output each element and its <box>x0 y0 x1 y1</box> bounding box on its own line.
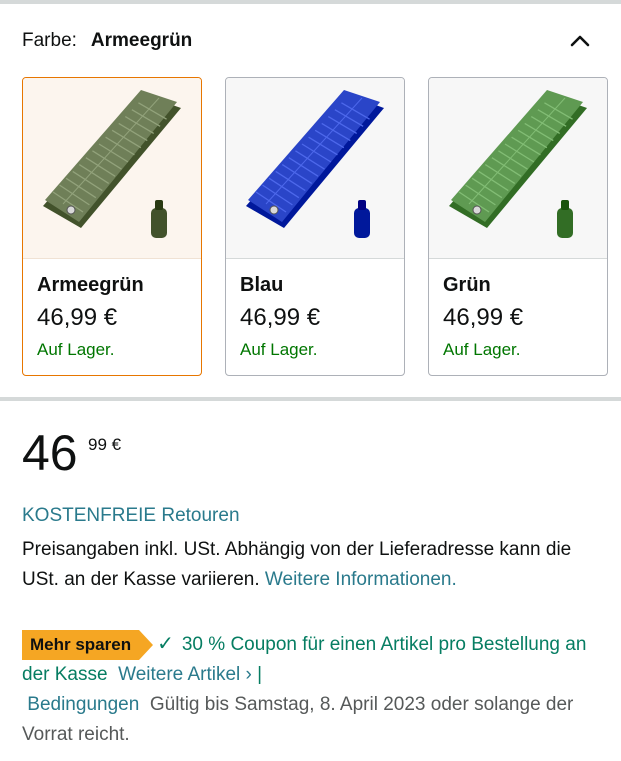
more-info-link[interactable]: Weitere Informationen. <box>265 569 457 590</box>
more-items-link[interactable]: Weitere Artikel › <box>118 664 252 685</box>
tax-note: Preisangaben inkl. USt. Abhängig von der… <box>22 535 602 595</box>
swatch-name: Blau <box>240 274 284 296</box>
swatch-name: Grün <box>443 274 491 296</box>
swatch-price: 46,99 € <box>37 304 118 331</box>
color-label: Farbe: <box>22 30 77 51</box>
swatch-price: 46,99 € <box>443 304 524 331</box>
section-divider <box>0 397 621 401</box>
swatch-armeegruen[interactable]: Armeegrün 46,99 € Auf Lager. <box>22 77 202 376</box>
terms-link[interactable]: Bedingungen <box>27 694 139 715</box>
swatch-stock-status: Auf Lager. <box>37 340 115 359</box>
price-fraction: 99 <box>88 435 107 454</box>
product-image <box>429 78 607 259</box>
swatch-blau[interactable]: Blau 46,99 € Auf Lager. <box>225 77 405 376</box>
checkmark-icon[interactable]: ✓ <box>157 633 174 655</box>
free-returns-link[interactable]: KOSTENFREIE Retouren <box>22 505 240 527</box>
swatch-stock-status: Auf Lager. <box>443 340 521 359</box>
selected-color-value: Armeegrün <box>90 30 193 51</box>
swatch-name: Armeegrün <box>37 274 144 296</box>
price-currency: € <box>111 435 122 454</box>
swatch-gruen[interactable]: Grün 46,99 € Auf Lager. <box>428 77 608 376</box>
swatch-stock-status: Auf Lager. <box>240 340 318 359</box>
save-more-badge: Mehr sparen <box>22 630 154 660</box>
color-selector-header: Farbe: Armeegrün <box>22 27 602 55</box>
top-divider <box>0 0 621 4</box>
color-swatches: Armeegrün 46,99 € Auf Lager. Blau 46,99 … <box>22 77 608 377</box>
chevron-up-icon[interactable] <box>568 29 592 53</box>
price-fraction-currency: 99 € <box>88 435 121 455</box>
price-whole: 46 <box>22 425 78 481</box>
product-image <box>226 78 404 259</box>
product-image <box>23 78 201 259</box>
coupon-section: Mehr sparen ✓ 30 % Coupon für einen Artike… <box>22 629 602 750</box>
separator: | <box>257 664 263 685</box>
swatch-price: 46,99 € <box>240 304 321 331</box>
price-display: 46 99 € <box>22 425 121 488</box>
